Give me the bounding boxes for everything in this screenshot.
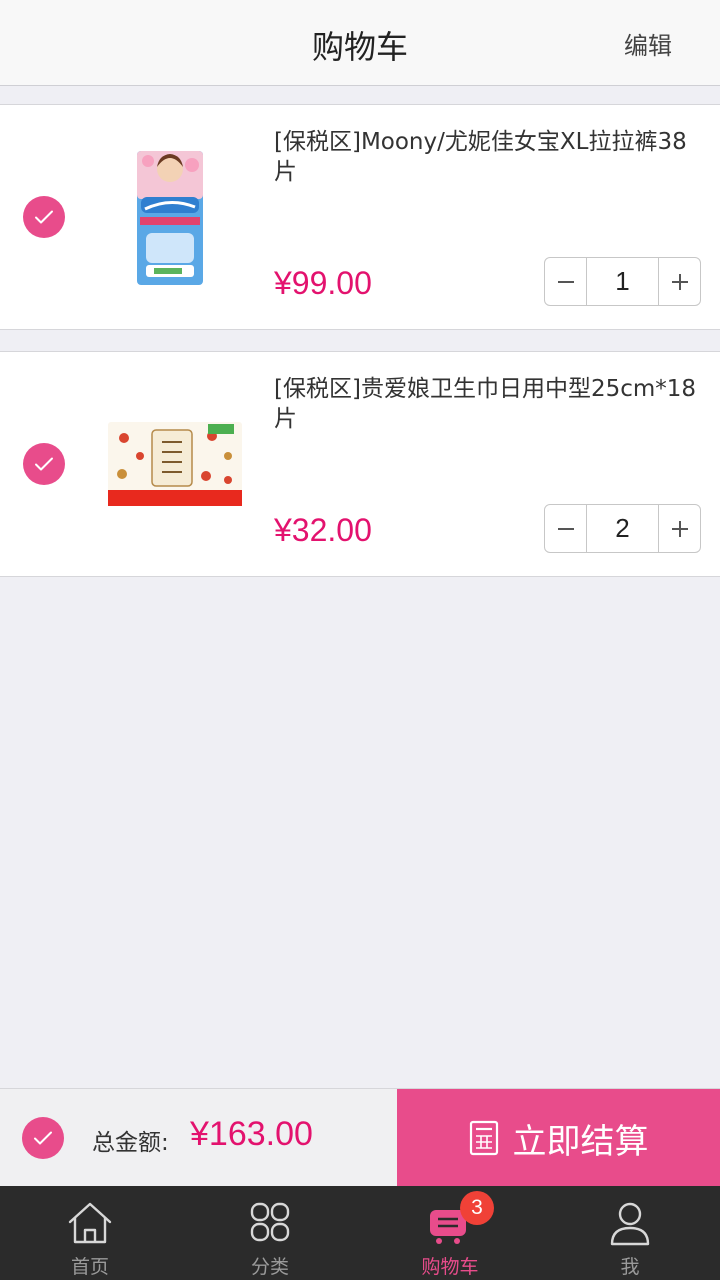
product-image-sanitary-pads[interactable]	[100, 390, 250, 540]
tab-category[interactable]: 分类	[180, 1186, 360, 1280]
product-price: ¥32.00	[274, 512, 372, 548]
grid-icon	[250, 1202, 290, 1242]
tab-cart[interactable]: 购物车	[360, 1186, 540, 1280]
product-price: ¥99.00	[274, 265, 372, 301]
tab-bar: 首页 分类 购物车 我	[0, 1186, 720, 1280]
quantity-value[interactable]: 1	[586, 258, 659, 305]
tab-label: 购物车	[421, 1256, 479, 1278]
cart-item: [保税区]Moony/尤妮佳女宝XL拉拉裤38片 ¥99.00 1	[0, 104, 720, 330]
cart-count-badge: 3	[460, 1191, 494, 1225]
checkmark-icon	[34, 1131, 52, 1145]
tab-home[interactable]: 首页	[0, 1186, 180, 1280]
cart-item: [保税区]贵爱娘卫生巾日用中型25cm*18片 ¥32.00 2	[0, 351, 720, 577]
home-icon	[68, 1202, 112, 1244]
product-title[interactable]: [保税区]Moony/尤妮佳女宝XL拉拉裤38片	[274, 127, 704, 187]
quantity-value[interactable]: 2	[586, 505, 659, 552]
tab-label: 分类	[250, 1256, 289, 1278]
increase-button[interactable]	[659, 505, 700, 552]
plus-icon	[671, 273, 688, 290]
page-title: 购物车	[311, 28, 408, 66]
increase-button[interactable]	[659, 258, 700, 305]
total-amount: ¥163.00	[190, 1115, 313, 1153]
product-image-diapers[interactable]	[100, 143, 250, 293]
tab-label: 我	[620, 1256, 640, 1278]
checkmark-icon	[35, 457, 53, 471]
item-checkbox[interactable]	[23, 196, 65, 238]
tab-me[interactable]: 我	[540, 1186, 720, 1280]
quantity-stepper: 1	[544, 257, 701, 306]
decrease-button[interactable]	[545, 258, 586, 305]
minus-icon	[557, 527, 574, 530]
edit-button[interactable]: 编辑	[624, 26, 672, 61]
item-checkbox[interactable]	[23, 443, 65, 485]
checkmark-icon	[35, 210, 53, 224]
product-title[interactable]: [保税区]贵爱娘卫生巾日用中型25cm*18片	[274, 374, 704, 434]
select-all-checkbox[interactable]	[22, 1117, 64, 1159]
plus-icon	[671, 520, 688, 537]
calculator-icon	[469, 1120, 498, 1156]
quantity-stepper: 2	[544, 504, 701, 553]
checkout-button[interactable]: 立即结算	[397, 1089, 720, 1187]
tab-label: 首页	[70, 1256, 109, 1278]
decrease-button[interactable]	[545, 505, 586, 552]
checkout-bar: 总金额: ¥163.00 立即结算	[0, 1088, 720, 1187]
minus-icon	[557, 280, 574, 283]
nav-bar: 购物车 编辑	[0, 0, 720, 86]
user-icon	[610, 1202, 650, 1246]
total-label: 总金额:	[92, 1130, 169, 1156]
checkout-label: 立即结算	[512, 1121, 649, 1162]
